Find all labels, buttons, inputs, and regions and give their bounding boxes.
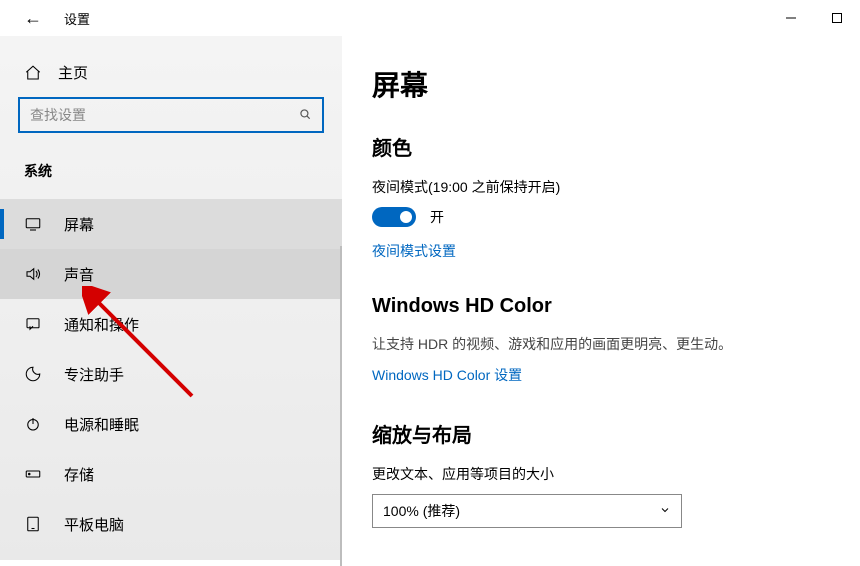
section-hd-heading: Windows HD Color xyxy=(372,295,830,318)
nav-item-sound[interactable]: 声音 xyxy=(0,249,342,299)
nav-item-notifications[interactable]: 通知和操作 xyxy=(0,299,342,349)
focus-icon xyxy=(24,365,42,383)
section-scale-heading: 缩放与布局 xyxy=(372,419,830,448)
power-icon xyxy=(24,415,42,433)
sidebar: 主页 系统 屏幕 声音 xyxy=(0,36,342,560)
section-label: 系统 xyxy=(0,155,342,199)
titlebar: ← 设置 xyxy=(0,0,860,36)
display-icon xyxy=(24,215,42,233)
window-controls xyxy=(768,2,860,34)
scale-label: 更改文本、应用等项目的大小 xyxy=(372,464,830,484)
minimize-button[interactable] xyxy=(768,2,814,34)
nav-label: 屏幕 xyxy=(64,214,94,235)
nav-label: 存储 xyxy=(64,464,94,485)
nav-item-storage[interactable]: 存储 xyxy=(0,449,342,499)
nav-item-tablet[interactable]: 平板电脑 xyxy=(0,499,342,549)
toggle-state-label: 开 xyxy=(430,207,444,227)
nav-item-display[interactable]: 屏幕 xyxy=(0,199,342,249)
nav-label: 电源和睡眠 xyxy=(64,414,139,435)
content-pane: 屏幕 颜色 夜间模式(19:00 之前保持开启) 开 夜间模式设置 Window… xyxy=(342,36,860,560)
hd-description: 让支持 HDR 的视频、游戏和应用的画面更明亮、更生动。 xyxy=(372,334,830,355)
chevron-down-icon xyxy=(659,503,671,519)
nav-item-focus[interactable]: 专注助手 xyxy=(0,349,342,399)
page-title: 屏幕 xyxy=(372,64,830,104)
nav-label: 声音 xyxy=(64,264,94,285)
section-color-heading: 颜色 xyxy=(372,132,830,161)
search-input[interactable] xyxy=(30,107,298,123)
night-mode-settings-link[interactable]: 夜间模式设置 xyxy=(372,241,830,261)
scale-combobox[interactable]: 100% (推荐) xyxy=(372,494,682,528)
night-mode-toggle[interactable] xyxy=(372,207,416,227)
hd-settings-link[interactable]: Windows HD Color 设置 xyxy=(372,365,830,385)
nav-label: 通知和操作 xyxy=(64,314,139,335)
search-icon xyxy=(298,107,312,124)
tablet-icon xyxy=(24,515,42,533)
nav-item-power[interactable]: 电源和睡眠 xyxy=(0,399,342,449)
night-mode-label: 夜间模式(19:00 之前保持开启) xyxy=(372,177,830,197)
sound-icon xyxy=(24,265,42,283)
scale-value: 100% (推荐) xyxy=(383,501,460,521)
storage-icon xyxy=(24,465,42,483)
nav-label: 专注助手 xyxy=(64,364,124,385)
search-box[interactable] xyxy=(18,97,324,133)
back-button[interactable]: ← xyxy=(24,8,42,29)
maximize-button[interactable] xyxy=(814,2,860,34)
nav-label: 平板电脑 xyxy=(64,514,124,535)
notifications-icon xyxy=(24,315,42,333)
home-link[interactable]: 主页 xyxy=(0,54,342,97)
home-label: 主页 xyxy=(58,62,88,83)
sidebar-scrollbar[interactable] xyxy=(340,246,342,566)
window-title: 设置 xyxy=(64,9,90,28)
home-icon xyxy=(24,64,42,82)
